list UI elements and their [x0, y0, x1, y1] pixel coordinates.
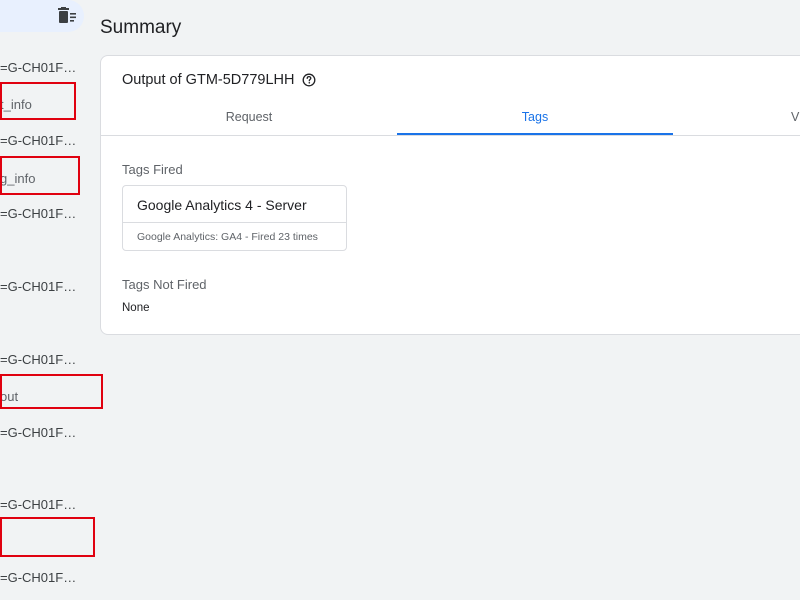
- tab-bar: Request Tags V: [101, 100, 800, 136]
- sidebar-item[interactable]: =G-CH01F…: [0, 570, 76, 585]
- sidebar-item[interactable]: =G-CH01F…: [0, 352, 76, 367]
- tag-card-divider: [123, 222, 346, 223]
- tab-truncated[interactable]: V: [791, 100, 800, 135]
- output-title: Output of GTM-5D779LHH: [122, 72, 295, 88]
- page-title: Summary: [100, 17, 182, 38]
- sidebar: =G-CH01F… t_info =G-CH01F… g_info =G-CH0…: [0, 0, 103, 600]
- sidebar-header: [0, 0, 84, 32]
- sidebar-item[interactable]: =G-CH01F…: [0, 133, 76, 148]
- highlight-box: [0, 517, 95, 557]
- tags-not-fired-label: Tags Not Fired: [122, 277, 207, 292]
- sidebar-item[interactable]: =G-CH01F…: [0, 206, 76, 221]
- output-header: Output of GTM-5D779LHH: [122, 72, 316, 88]
- tab-tags[interactable]: Tags: [397, 100, 673, 135]
- tag-name: Google Analytics 4 - Server: [137, 197, 307, 213]
- help-circle-icon[interactable]: [302, 73, 316, 87]
- sidebar-item[interactable]: =G-CH01F…: [0, 60, 76, 75]
- tags-not-fired-value: None: [122, 302, 150, 314]
- sidebar-item[interactable]: =G-CH01F…: [0, 279, 76, 294]
- tags-fired-label: Tags Fired: [122, 162, 183, 177]
- sidebar-item[interactable]: =G-CH01F…: [0, 497, 76, 512]
- active-tab-indicator: [397, 133, 673, 135]
- highlight-box: [0, 374, 103, 409]
- sidebar-item[interactable]: =G-CH01F…: [0, 425, 76, 440]
- tag-card[interactable]: Google Analytics 4 - Server Google Analy…: [122, 185, 347, 251]
- trash-list-icon[interactable]: [57, 7, 77, 25]
- tag-meta: Google Analytics: GA4 - Fired 23 times: [137, 231, 318, 243]
- highlight-box: [0, 156, 80, 195]
- output-card: Output of GTM-5D779LHH Request Tags V Ta…: [100, 55, 800, 335]
- tab-request[interactable]: Request: [101, 100, 397, 135]
- highlight-box: [0, 82, 76, 120]
